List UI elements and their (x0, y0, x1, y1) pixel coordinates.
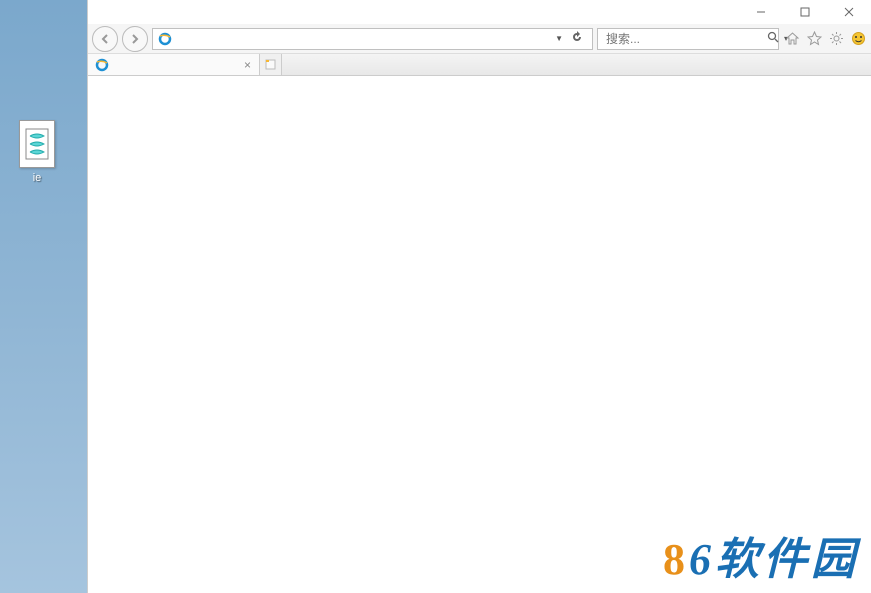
script-file-icon (19, 120, 55, 168)
refresh-button[interactable] (566, 31, 588, 46)
search-button[interactable] (765, 31, 781, 46)
back-button[interactable] (92, 26, 118, 52)
desktop-shortcut-label: ie (12, 172, 62, 184)
ie-logo-icon (157, 31, 173, 47)
page-content (88, 76, 871, 593)
favorites-button[interactable] (805, 30, 823, 48)
tab-bar: × (88, 54, 871, 76)
maximize-button[interactable] (783, 0, 827, 24)
window-titlebar (88, 0, 871, 24)
desktop-shortcut-ie[interactable]: ie (12, 120, 62, 184)
forward-button[interactable] (122, 26, 148, 52)
home-button[interactable] (783, 30, 801, 48)
tab-close-button[interactable]: × (242, 58, 253, 72)
close-button[interactable] (827, 0, 871, 24)
search-input[interactable] (602, 32, 765, 46)
feedback-button[interactable] (849, 30, 867, 48)
address-bar[interactable]: ▼ (152, 28, 593, 50)
browser-window: ▼ ▾ (87, 0, 871, 593)
tab-favicon-icon (94, 57, 110, 73)
navigation-bar: ▼ ▾ (88, 24, 871, 54)
browser-tab[interactable]: × (88, 54, 260, 75)
tools-button[interactable] (827, 30, 845, 48)
minimize-button[interactable] (739, 0, 783, 24)
search-bar[interactable]: ▾ (597, 28, 779, 50)
address-dropdown-icon[interactable]: ▼ (552, 34, 566, 43)
address-input[interactable] (173, 32, 552, 46)
new-tab-button[interactable] (260, 54, 282, 75)
